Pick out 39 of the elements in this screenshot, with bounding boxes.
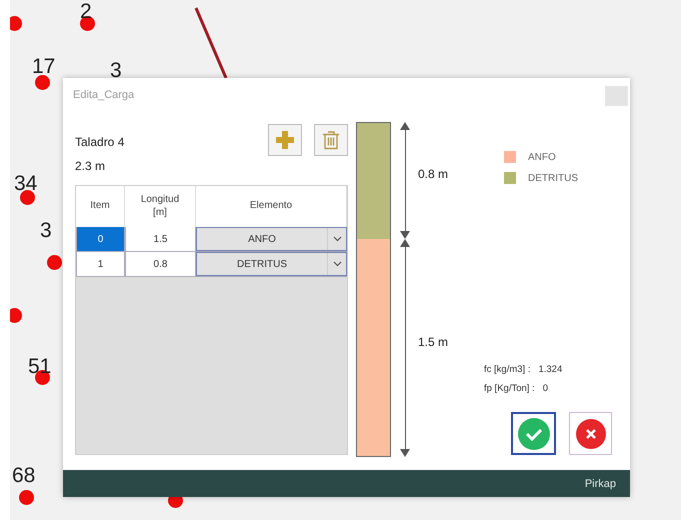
drill-hole-dot[interactable] bbox=[20, 190, 35, 205]
stat-value: 0 bbox=[542, 383, 548, 394]
delete-button[interactable] bbox=[314, 124, 348, 156]
map-line bbox=[194, 7, 228, 79]
hole-length: 2.3 m bbox=[75, 159, 106, 173]
close-icon bbox=[576, 418, 606, 448]
stat-value: 1.324 bbox=[538, 364, 562, 375]
confirm-button[interactable] bbox=[511, 412, 556, 455]
hole-name: Taladro 4 bbox=[75, 135, 126, 149]
check-icon bbox=[518, 418, 550, 450]
drill-hole-dot[interactable] bbox=[19, 490, 34, 505]
hole-label: 3 bbox=[40, 220, 52, 241]
add-button[interactable] bbox=[268, 124, 302, 156]
item-cell[interactable]: 1 bbox=[76, 252, 125, 276]
drill-hole-dot[interactable] bbox=[10, 16, 22, 31]
drill-hole-dot[interactable] bbox=[35, 75, 50, 90]
drill-hole-dot[interactable] bbox=[10, 308, 22, 323]
stat-label: fc [kg/m3] : bbox=[484, 364, 530, 375]
hole-label: 68 bbox=[12, 465, 36, 486]
dimension-label: 1.5 m bbox=[418, 334, 448, 349]
footer-brand: Pirkap bbox=[584, 478, 616, 490]
legend-label: ANFO bbox=[528, 152, 556, 162]
hole-label: 34 bbox=[14, 173, 38, 194]
dimension-label: 0.8 m bbox=[418, 167, 448, 182]
legend-label: DETRITUS bbox=[528, 172, 578, 184]
chevron-down-icon bbox=[332, 236, 342, 242]
trash-icon bbox=[322, 130, 340, 150]
hole-label: 51 bbox=[28, 356, 52, 377]
element-dropdown[interactable]: DETRITUS bbox=[196, 252, 347, 276]
drill-hole-dot[interactable] bbox=[47, 255, 62, 270]
cancel-button[interactable] bbox=[569, 412, 612, 455]
item-cell[interactable]: 0 bbox=[76, 227, 125, 251]
plus-icon bbox=[275, 130, 295, 150]
hole-label: 3 bbox=[110, 60, 122, 81]
chevron-down-icon bbox=[332, 261, 342, 267]
element-dropdown[interactable]: ANFO bbox=[196, 227, 347, 251]
hole-label: 17 bbox=[32, 56, 56, 77]
window-title: Edita_Carga bbox=[73, 89, 134, 101]
stat-label: fp [Kg/Ton] : bbox=[484, 383, 535, 394]
